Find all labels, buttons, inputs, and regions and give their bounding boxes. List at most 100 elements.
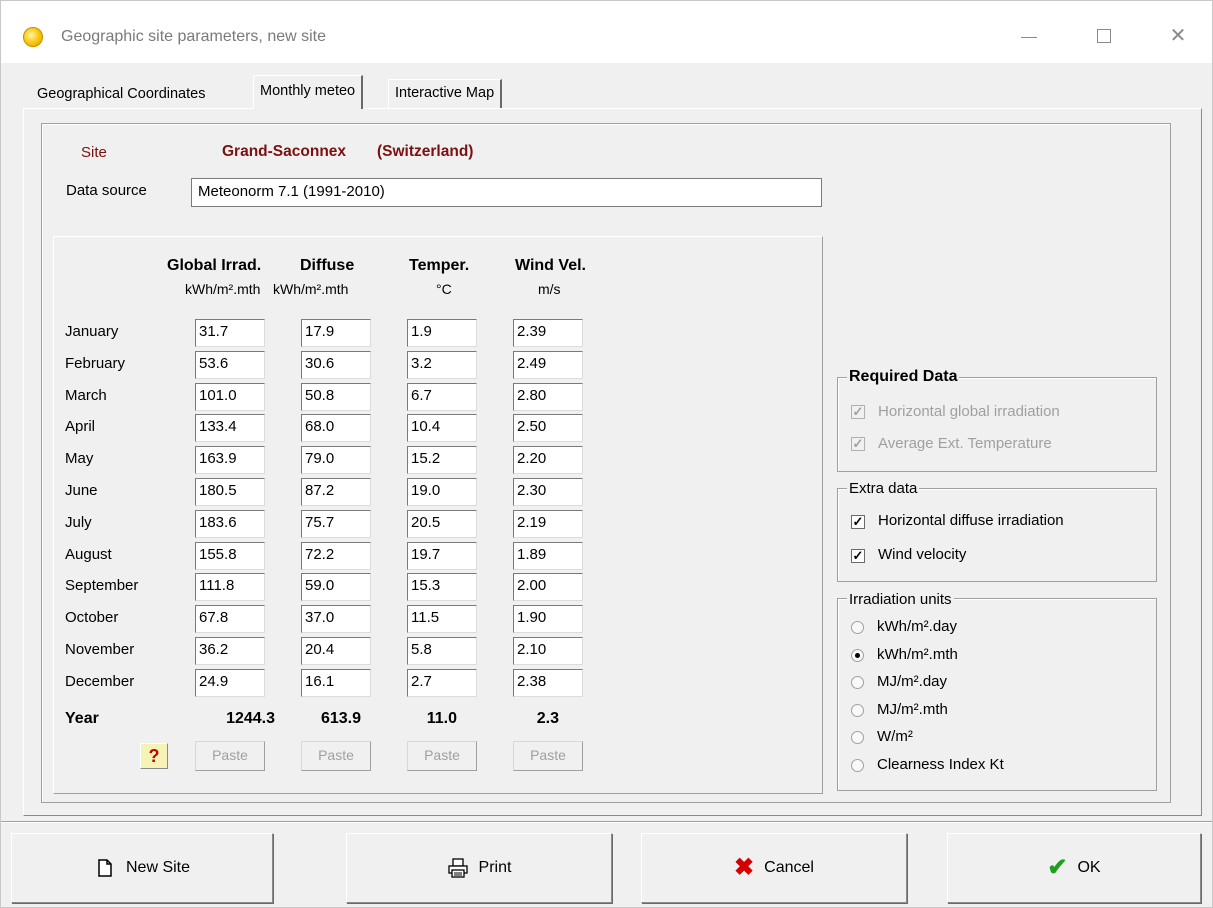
unit-radio-button[interactable] <box>851 621 864 634</box>
help-button[interactable]: ? <box>140 743 168 769</box>
value-input-global-irrad[interactable]: 180.5 <box>195 478 265 506</box>
value-input-wind-vel[interactable]: 2.30 <box>513 478 583 506</box>
unit-radio-button[interactable] <box>851 704 864 717</box>
month-label: June <box>65 482 98 499</box>
print-label: Print <box>478 859 512 876</box>
value-input-diffuse[interactable]: 75.7 <box>301 510 371 538</box>
green-check-icon: ✔ <box>1047 854 1068 881</box>
print-button[interactable]: Print <box>346 833 612 903</box>
close-button[interactable]: ✕ <box>1155 19 1201 53</box>
value-input-temper[interactable]: 3.2 <box>407 351 477 379</box>
value-input-wind-vel[interactable]: 2.38 <box>513 669 583 697</box>
value-input-diffuse[interactable]: 87.2 <box>301 478 371 506</box>
unit-radio-button[interactable] <box>851 731 864 744</box>
value-input-wind-vel[interactable]: 2.80 <box>513 383 583 411</box>
paste-button-diffuse[interactable]: Paste <box>301 741 371 771</box>
value-input-wind-vel[interactable]: 2.49 <box>513 351 583 379</box>
year-diffuse: 613.9 <box>320 710 361 727</box>
month-label: July <box>65 514 92 531</box>
value-input-global-irrad[interactable]: 101.0 <box>195 383 265 411</box>
tab-interactive-map[interactable]: Interactive Map <box>388 79 503 109</box>
month-label: January <box>65 323 119 340</box>
value-input-wind-vel[interactable]: 2.00 <box>513 573 583 601</box>
tab-geographical-coordinates[interactable]: Geographical Coordinates <box>31 81 211 111</box>
required-ext-temperature-label: Average Ext. Temperature <box>878 435 1052 452</box>
value-input-diffuse[interactable]: 72.2 <box>301 542 371 570</box>
data-source-input[interactable]: Meteonorm 7.1 (1991-2010) <box>191 178 822 207</box>
value-input-diffuse[interactable]: 20.4 <box>301 637 371 665</box>
value-input-diffuse[interactable]: 37.0 <box>301 605 371 633</box>
value-input-global-irrad[interactable]: 183.6 <box>195 510 265 538</box>
maximize-icon <box>1097 29 1111 43</box>
value-input-wind-vel[interactable]: 2.50 <box>513 414 583 442</box>
value-input-diffuse[interactable]: 50.8 <box>301 383 371 411</box>
unit-radio-button[interactable] <box>851 649 864 662</box>
value-input-diffuse[interactable]: 79.0 <box>301 446 371 474</box>
month-label: September <box>65 577 139 594</box>
value-input-global-irrad[interactable]: 67.8 <box>195 605 265 633</box>
value-input-global-irrad[interactable]: 53.6 <box>195 351 265 379</box>
minimize-button[interactable] <box>1006 19 1052 53</box>
value-input-global-irrad[interactable]: 36.2 <box>195 637 265 665</box>
column-header-global-irrad: Global Irrad. <box>167 257 262 274</box>
unit-radio-label: MJ/m².mth <box>877 701 948 718</box>
value-input-temper[interactable]: 19.7 <box>407 542 477 570</box>
new-site-button[interactable]: New Site <box>11 833 273 903</box>
value-input-diffuse[interactable]: 30.6 <box>301 351 371 379</box>
red-cross-icon: ✖ <box>734 854 755 881</box>
unit-radio-label: Clearness Index Kt <box>877 756 1004 773</box>
column-unit-diffuse: kWh/m².mth <box>273 281 349 297</box>
required-ext-temperature-checkbox: ✓ <box>851 436 865 451</box>
unit-radio-label: W/m² <box>877 728 913 745</box>
value-input-diffuse[interactable]: 16.1 <box>301 669 371 697</box>
value-input-global-irrad[interactable]: 155.8 <box>195 542 265 570</box>
unit-radio-button[interactable] <box>851 676 864 689</box>
value-input-diffuse[interactable]: 59.0 <box>301 573 371 601</box>
value-input-temper[interactable]: 10.4 <box>407 414 477 442</box>
value-input-wind-vel[interactable]: 2.20 <box>513 446 583 474</box>
value-input-temper[interactable]: 1.9 <box>407 319 477 347</box>
site-name: Grand-Saconnex <box>222 143 347 160</box>
value-input-diffuse[interactable]: 68.0 <box>301 414 371 442</box>
value-input-global-irrad[interactable]: 31.7 <box>195 319 265 347</box>
value-input-global-irrad[interactable]: 111.8 <box>195 573 265 601</box>
year-label: Year <box>65 710 99 727</box>
year-temper: 11.0 <box>426 710 457 727</box>
window-title: Geographic site parameters, new site <box>61 28 327 45</box>
value-input-temper[interactable]: 6.7 <box>407 383 477 411</box>
required-global-irradiation-label: Horizontal global irradiation <box>878 403 1060 420</box>
paste-button-global-irrad[interactable]: Paste <box>195 741 265 771</box>
value-input-temper[interactable]: 15.2 <box>407 446 477 474</box>
month-label: November <box>65 641 135 658</box>
ok-button[interactable]: ✔ OK <box>947 833 1201 903</box>
column-unit-temper: °C <box>436 281 452 297</box>
paste-button-wind-vel[interactable]: Paste <box>513 741 583 771</box>
extra-wind-velocity-checkbox[interactable]: ✓ <box>851 549 865 563</box>
value-input-temper[interactable]: 15.3 <box>407 573 477 601</box>
value-input-temper[interactable]: 20.5 <box>407 510 477 538</box>
year-wind-vel: 2.3 <box>536 710 559 727</box>
paste-button-temper[interactable]: Paste <box>407 741 477 771</box>
extra-diffuse-irradiation-label: Horizontal diffuse irradiation <box>878 512 1064 529</box>
value-input-temper[interactable]: 2.7 <box>407 669 477 697</box>
tab-monthly-meteo[interactable]: Monthly meteo <box>253 75 364 109</box>
month-label: August <box>65 546 112 563</box>
required-data-group <box>837 377 1157 472</box>
cancel-button[interactable]: ✖ Cancel <box>641 833 907 903</box>
value-input-global-irrad[interactable]: 133.4 <box>195 414 265 442</box>
value-input-wind-vel[interactable]: 2.19 <box>513 510 583 538</box>
value-input-wind-vel[interactable]: 1.89 <box>513 542 583 570</box>
extra-diffuse-irradiation-checkbox[interactable]: ✓ <box>851 515 865 529</box>
unit-radio-button[interactable] <box>851 759 864 772</box>
value-input-wind-vel[interactable]: 2.10 <box>513 637 583 665</box>
value-input-temper[interactable]: 19.0 <box>407 478 477 506</box>
value-input-global-irrad[interactable]: 24.9 <box>195 669 265 697</box>
required-global-irradiation-checkbox: ✓ <box>851 404 865 419</box>
value-input-temper[interactable]: 5.8 <box>407 637 477 665</box>
value-input-temper[interactable]: 11.5 <box>407 605 477 633</box>
maximize-button[interactable] <box>1081 19 1127 53</box>
value-input-wind-vel[interactable]: 2.39 <box>513 319 583 347</box>
value-input-wind-vel[interactable]: 1.90 <box>513 605 583 633</box>
value-input-diffuse[interactable]: 17.9 <box>301 319 371 347</box>
value-input-global-irrad[interactable]: 163.9 <box>195 446 265 474</box>
